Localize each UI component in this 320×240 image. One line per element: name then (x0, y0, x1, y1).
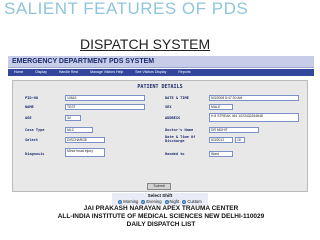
diagnosis-field[interactable]: Minor head injury (65, 148, 105, 157)
panel-title: PATIENT DETAILS (137, 84, 183, 90)
radio-icon[interactable] (182, 199, 187, 204)
date-time-field[interactable]: 5/3/2008 5:47:30 AM (209, 95, 299, 101)
sex-select[interactable]: MALE (209, 104, 233, 110)
case-type-select[interactable]: MLC (65, 127, 93, 133)
submit-button[interactable]: Submit (147, 183, 171, 190)
doctor-name-field[interactable]: DR MOHIT (209, 127, 259, 133)
report-line-institute: ALL-INDIA INSTITUTE OF MEDICAL SCIENCES … (57, 213, 265, 220)
report-line-list-title: DAILY DISPATCH LIST (126, 221, 196, 228)
handed-to-select[interactable]: Ward (209, 151, 233, 157)
age-field[interactable]: 34 (65, 115, 81, 121)
age-label: AGE (25, 116, 32, 120)
radio-icon[interactable] (118, 199, 123, 204)
pid-no-field[interactable]: 10643 (65, 95, 145, 101)
patient-details-panel: PATIENT DETAILS PID-NO 10643 DATE & TIME… (12, 80, 308, 192)
discharge-date-label: Date & Time Of Discharge (165, 135, 196, 143)
menu-item-reports[interactable]: Reports (172, 69, 196, 76)
report-header: JAI PRAKASH NARAYAN APEX TRAUMA CENTER A… (8, 205, 314, 229)
menu-item-home[interactable]: Home (8, 69, 29, 76)
app-header: EMERGENCY DEPARTMENT PDS SYSTEM (8, 56, 314, 68)
radio-icon[interactable] (141, 199, 146, 204)
menu-bar: Home Display Handle Rest Manage Visitors… (8, 69, 314, 76)
date-time-label: DATE & TIME (165, 96, 189, 100)
radio-icon[interactable] (164, 199, 169, 204)
discharge-select[interactable]: DISCHARGE (65, 137, 105, 143)
handed-to-label: Handed to (165, 152, 185, 156)
doctor-name-label: Doctor's Name (165, 128, 194, 132)
app-title: EMERGENCY DEPARTMENT PDS SYSTEM (12, 58, 155, 65)
address-label: ADDRESS (165, 116, 181, 120)
menu-item-handle-rest[interactable]: Handle Rest (53, 69, 84, 76)
sex-label: SEX (165, 105, 172, 109)
pid-no-label: PID-NO (25, 96, 38, 100)
name-field[interactable]: TEST (65, 104, 145, 110)
shift-report-area: Select Shift Morning Evening Night Custo… (8, 193, 314, 240)
menu-item-display[interactable]: Display (29, 69, 52, 76)
menu-item-see-visitors[interactable]: See Visitors Display (129, 69, 172, 76)
app-screenshot: EMERGENCY DEPARTMENT PDS SYSTEM Home Dis… (8, 56, 314, 240)
name-label: NAME (25, 105, 34, 109)
shift-selector: Select Shift Morning Evening Night Custo… (112, 193, 208, 205)
discharge-date-field[interactable]: 5/3/2012 (209, 137, 233, 143)
slide-subtitle: DISPATCH SYSTEM (80, 36, 211, 52)
case-type-label: Case Type (25, 128, 45, 132)
menu-item-manage-visitors[interactable]: Manage Visitors Help (84, 69, 129, 76)
slide-title: SALIENT FEATURES OF PDS (4, 0, 249, 18)
discharge-time-field[interactable]: 18 (235, 137, 245, 143)
select-label: Select (25, 138, 38, 142)
address-field[interactable]: H 8 STREAK 461 1023432334848 (209, 113, 299, 122)
diagnosis-label: Diagnosis (25, 152, 45, 156)
report-line-hospital: JAI PRAKASH NARAYAN APEX TRAUMA CENTER (83, 205, 239, 212)
